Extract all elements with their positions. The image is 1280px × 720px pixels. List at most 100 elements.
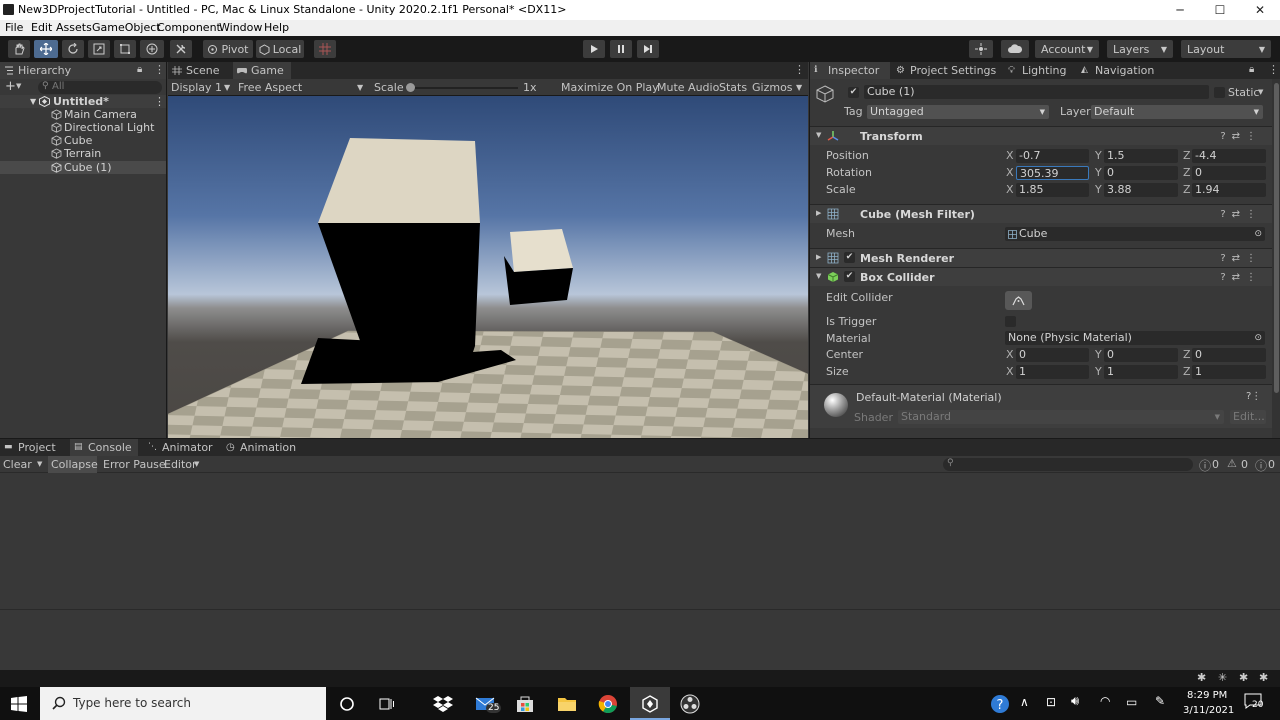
progress-icon[interactable]: ✱ — [1239, 671, 1248, 684]
tab-scene[interactable]: Scene — [168, 62, 232, 79]
editor-dropdown[interactable]: Editor — [164, 458, 197, 471]
display-dropdown[interactable]: Display 1 — [171, 81, 222, 94]
foldout-arrow-icon[interactable]: ▶ — [816, 209, 821, 217]
pivot-toggle[interactable]: Pivot — [203, 40, 253, 58]
tab-project-settings[interactable]: ⚙ Project Settings — [892, 62, 1002, 79]
hierarchy-item-cube-1[interactable]: Cube (1) — [0, 161, 166, 174]
position-z-field[interactable]: -4.4 — [1192, 149, 1266, 163]
tab-navigation[interactable]: ◭ Navigation — [1077, 62, 1157, 79]
axis-x-label[interactable]: X — [1006, 365, 1014, 378]
rotation-x-field[interactable]: 305.39 — [1016, 166, 1089, 180]
axis-x-label[interactable]: X — [1006, 348, 1014, 361]
menu-assets[interactable]: Assets — [56, 21, 92, 34]
mute-audio-toggle[interactable]: Mute Audio — [657, 81, 719, 94]
close-button[interactable]: ✕ — [1240, 0, 1280, 20]
chevron-up-icon[interactable]: ∧ — [1020, 695, 1029, 709]
layer-dropdown[interactable]: Default ▼ — [1091, 105, 1263, 119]
object-picker-icon[interactable]: ⊙ — [1254, 331, 1262, 345]
menu-file[interactable]: File — [5, 21, 23, 34]
clock-date[interactable]: 3/11/2021 — [1183, 705, 1234, 716]
foldout-arrow-icon[interactable]: ▶ — [816, 253, 821, 261]
shader-dropdown[interactable]: Standard ▼ — [898, 410, 1224, 424]
hierarchy-item-cube[interactable]: Cube — [0, 134, 166, 147]
transform-header[interactable]: ▼ Transform ?⇄⋮ — [810, 126, 1272, 145]
menu-edit[interactable]: Edit — [31, 21, 52, 34]
mesh-renderer-enabled-checkbox[interactable]: ✔ — [844, 252, 855, 263]
local-toggle[interactable]: Local — [256, 40, 304, 58]
foldout-arrow-icon[interactable]: ▼ — [816, 131, 821, 139]
pen-icon[interactable]: ✎ — [1155, 694, 1165, 708]
task-view-button[interactable] — [376, 693, 398, 715]
console-search-input[interactable]: ⚲ — [943, 458, 1193, 471]
help-tray-icon[interactable]: ? — [989, 693, 1011, 715]
static-checkbox[interactable] — [1214, 87, 1225, 98]
object-name-input[interactable]: Cube (1) — [864, 85, 1209, 99]
minimize-button[interactable]: ─ — [1160, 0, 1200, 20]
static-dropdown-icon[interactable]: ▼ — [1258, 88, 1263, 96]
taskbar-search-box[interactable]: Type here to search — [40, 687, 326, 720]
size-y-field[interactable]: 1 — [1104, 365, 1178, 379]
hierarchy-item-directional-light[interactable]: Directional Light — [0, 121, 166, 134]
maximize-button[interactable]: ☐ — [1200, 0, 1240, 20]
object-picker-icon[interactable]: ⊙ — [1254, 227, 1262, 241]
foldout-arrow-icon[interactable]: ▼ — [816, 272, 821, 280]
file-explorer-app[interactable] — [556, 693, 578, 715]
active-checkbox[interactable]: ✔ — [848, 87, 859, 98]
axis-z-label[interactable]: Z — [1183, 365, 1191, 378]
lock-icon[interactable]: 🔒︎ — [137, 64, 142, 75]
rect-tool-button[interactable] — [114, 40, 136, 58]
tab-inspector[interactable]: ℹ Inspector — [810, 62, 890, 79]
transform-tool-button[interactable] — [140, 40, 164, 58]
box-collider-enabled-checkbox[interactable]: ✔ — [844, 271, 855, 282]
clear-dropdown-icon[interactable]: ▼ — [37, 460, 42, 468]
expand-arrow-icon[interactable]: ▼ — [30, 95, 36, 108]
battery-icon[interactable]: ▭ — [1126, 695, 1137, 709]
scale-slider-thumb[interactable] — [406, 83, 415, 92]
component-header-icons[interactable]: ?⇄⋮ — [1220, 131, 1262, 142]
cloud-button[interactable] — [1001, 40, 1029, 58]
component-header-icons[interactable]: ?⇄⋮ — [1220, 209, 1262, 220]
scene-menu-icon[interactable]: ⋮ — [154, 95, 165, 108]
inspector-scrollbar-thumb[interactable] — [1274, 83, 1279, 393]
obs-app[interactable] — [679, 693, 701, 715]
pause-button[interactable] — [610, 40, 632, 58]
axis-z-label[interactable]: Z — [1183, 183, 1191, 196]
move-tool-button[interactable] — [34, 40, 58, 58]
play-button[interactable] — [583, 40, 605, 58]
axis-y-label[interactable]: Y — [1095, 365, 1102, 378]
action-center-button[interactable]: 20 — [1244, 693, 1266, 715]
step-button[interactable] — [637, 40, 659, 58]
axis-y-label[interactable]: Y — [1095, 166, 1102, 179]
is-trigger-checkbox[interactable] — [1005, 316, 1016, 327]
collapse-toggle[interactable]: Collapse — [48, 456, 98, 473]
rotation-y-field[interactable]: 0 — [1104, 166, 1178, 180]
gizmos-toggle[interactable]: Gizmos — [752, 81, 793, 94]
gizmos-dropdown-icon[interactable]: ▼ — [796, 83, 802, 92]
rotate-tool-button[interactable] — [62, 40, 84, 58]
scale-slider-track[interactable] — [408, 87, 518, 89]
panel-menu-icon[interactable]: ⋮ — [794, 63, 805, 76]
tray-app-icon[interactable]: ⊡ — [1046, 695, 1056, 709]
tab-lighting[interactable]: 💡︎ Lighting — [1004, 62, 1066, 79]
notification-icon[interactable]: ✱ — [1259, 671, 1268, 684]
box-collider-header[interactable]: ▼ ✔ Box Collider ?⇄⋮ — [810, 267, 1272, 286]
stats-toggle[interactable]: Stats — [719, 81, 747, 94]
hierarchy-search-input[interactable]: ⚲ All — [38, 81, 162, 94]
layout-dropdown[interactable]: Layout ▼ — [1181, 40, 1271, 58]
editor-dropdown-icon[interactable]: ▼ — [194, 460, 199, 468]
grid-snap-button[interactable] — [314, 40, 336, 58]
tab-project[interactable]: ▬ Project — [0, 439, 66, 456]
tab-game[interactable]: Game — [233, 62, 291, 79]
menu-window[interactable]: Window — [219, 21, 262, 34]
auto-generate-lighting-icon[interactable]: ✳ — [1218, 671, 1227, 684]
center-y-field[interactable]: 0 — [1104, 348, 1178, 362]
scale-y-field[interactable]: 3.88 — [1104, 183, 1178, 197]
scene-row[interactable]: ▼ Untitled* ⋮ — [0, 95, 166, 108]
axis-z-label[interactable]: Z — [1183, 149, 1191, 162]
error-pause-toggle[interactable]: Error Pause — [103, 458, 166, 471]
clear-button[interactable]: Clear — [3, 458, 32, 471]
scale-x-field[interactable]: 1.85 — [1016, 183, 1089, 197]
create-plus-button[interactable]: + — [5, 79, 16, 94]
position-y-field[interactable]: 1.5 — [1104, 149, 1178, 163]
create-dropdown-icon[interactable]: ▼ — [16, 82, 21, 90]
